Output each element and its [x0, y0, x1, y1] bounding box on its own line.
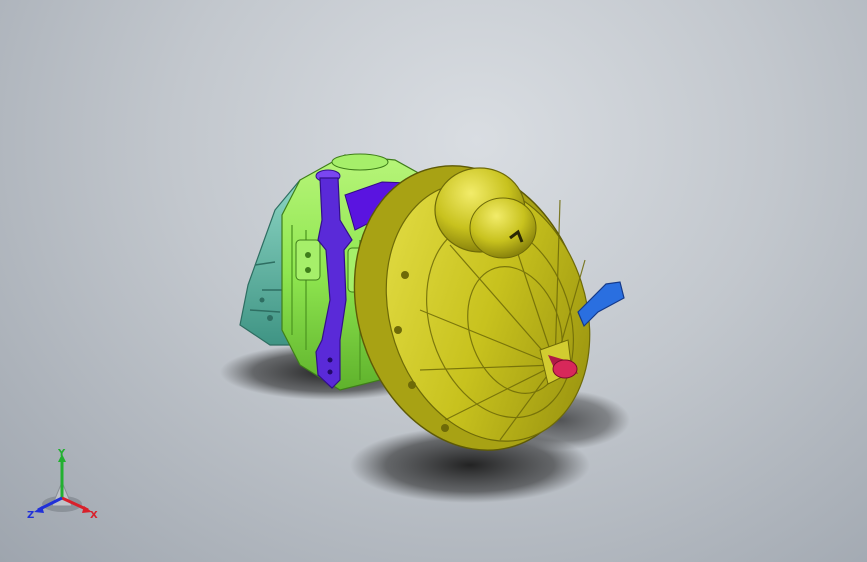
orientation-triad[interactable]: Y X Z: [24, 446, 104, 526]
x-axis-label: X: [90, 510, 98, 521]
z-axis-label: Z: [27, 510, 34, 521]
model-viewport[interactable]: [0, 0, 867, 562]
y-axis-label: Y: [57, 448, 66, 459]
